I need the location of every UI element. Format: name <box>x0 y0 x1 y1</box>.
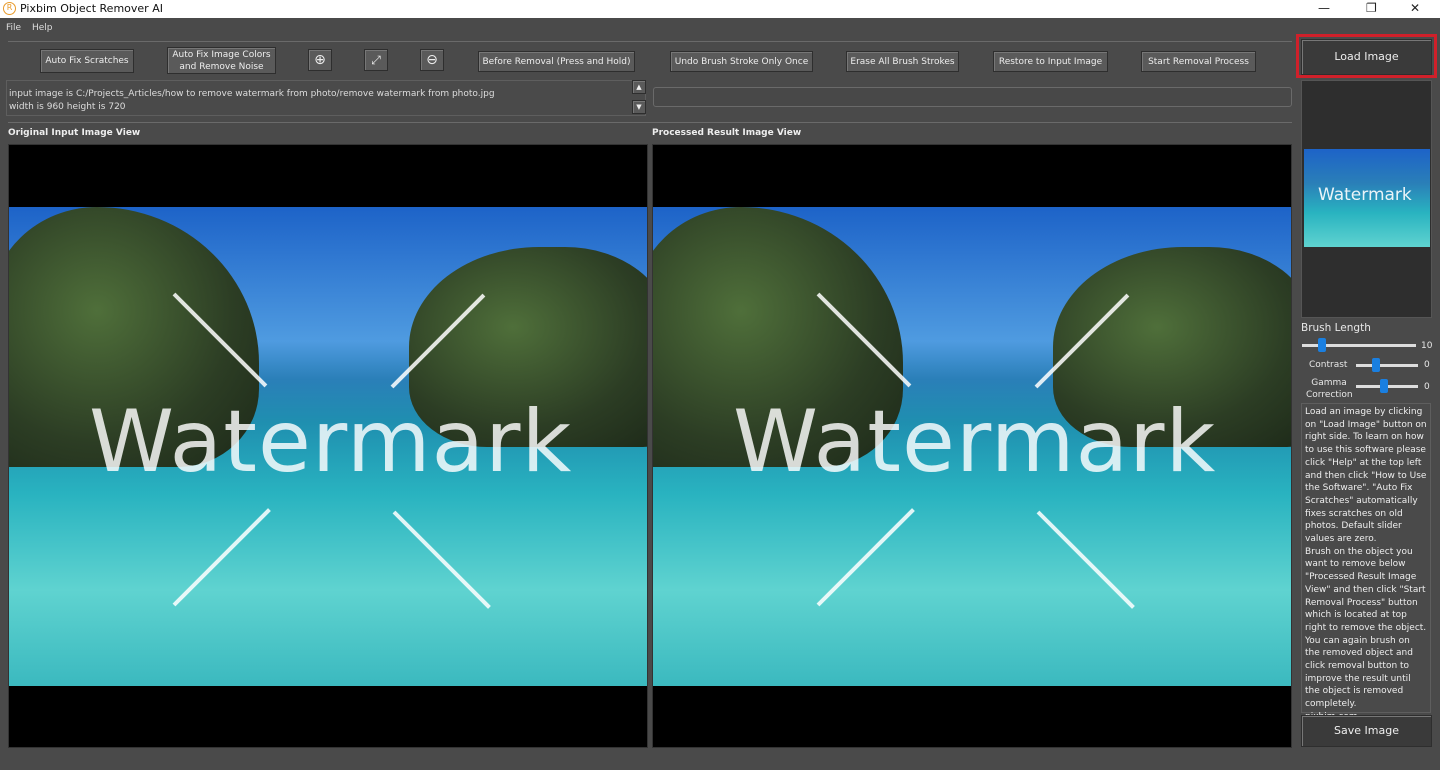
zoom-out-icon[interactable]: ⊖ <box>420 49 444 71</box>
restore-input-button[interactable]: Restore to Input Image <box>993 51 1108 72</box>
menu-help[interactable]: Help <box>32 23 53 33</box>
divider <box>8 122 1292 123</box>
original-view-label: Original Input Image View <box>8 128 141 138</box>
scroll-up-icon[interactable]: ▲ <box>632 80 646 94</box>
menu-file[interactable]: File <box>6 23 21 33</box>
contrast-label: Contrast <box>1309 360 1348 370</box>
gamma-slider[interactable] <box>1356 379 1418 393</box>
fit-screen-icon[interactable]: ⤢ <box>364 49 388 71</box>
slider-handle[interactable] <box>1317 338 1326 352</box>
restore-icon[interactable]: ❐ <box>1366 1 1377 15</box>
divider <box>8 41 1292 42</box>
processed-view-label: Processed Result Image View <box>652 128 802 138</box>
auto-fix-colors-button[interactable]: Auto Fix Image Colors and Remove Noise <box>167 47 276 74</box>
before-removal-button[interactable]: Before Removal (Press and Hold) <box>478 51 635 72</box>
zoom-in-icon[interactable]: ⊕ <box>308 49 332 71</box>
gamma-label: Gamma Correction <box>1306 378 1353 400</box>
start-removal-button[interactable]: Start Removal Process <box>1141 51 1256 72</box>
watermark-text: Watermark <box>733 392 1217 492</box>
original-image-view: Watermark <box>8 144 648 748</box>
brush-length-slider[interactable] <box>1302 338 1416 352</box>
title-bar: R Pixbim Object Remover AI — ❐ ✕ <box>0 0 1440 18</box>
menu-bar: File Help <box>0 18 1440 38</box>
processed-photo[interactable]: Watermark <box>653 207 1291 686</box>
close-icon[interactable]: ✕ <box>1410 1 1420 15</box>
brush-length-value: 10 <box>1421 341 1433 351</box>
slider-handle[interactable] <box>1372 358 1381 372</box>
scroll-down-icon[interactable]: ▼ <box>632 100 646 114</box>
progress-bar <box>653 87 1292 107</box>
watermark-text: Watermark <box>89 392 573 492</box>
thumbnail-panel: Watermark <box>1301 80 1432 318</box>
undo-brush-stroke-button[interactable]: Undo Brush Stroke Only Once <box>670 51 813 72</box>
contrast-value: 0 <box>1424 360 1430 370</box>
save-image-button[interactable]: Save Image <box>1301 715 1432 747</box>
window-title: Pixbim Object Remover AI <box>20 2 163 15</box>
auto-fix-scratches-button[interactable]: Auto Fix Scratches <box>40 49 134 73</box>
processed-image-view[interactable]: Watermark <box>652 144 1292 748</box>
info-line: input image is C:/Projects_Articles/how … <box>9 89 495 99</box>
load-image-button[interactable]: Load Image <box>1301 39 1432 75</box>
app-logo: R <box>3 2 16 15</box>
minimize-icon[interactable]: — <box>1318 1 1330 15</box>
info-line: width is 960 height is 720 <box>9 102 126 112</box>
original-photo: Watermark <box>9 207 647 686</box>
brush-length-label: Brush Length <box>1301 322 1371 334</box>
slider-handle[interactable] <box>1380 379 1389 393</box>
gamma-value: 0 <box>1424 382 1430 392</box>
thumbnail-watermark: Watermark <box>1318 185 1412 205</box>
erase-brush-strokes-button[interactable]: Erase All Brush Strokes <box>846 51 959 72</box>
help-text: Load an image by clicking on "Load Image… <box>1301 403 1431 722</box>
thumbnail-image: Watermark <box>1304 149 1430 247</box>
info-log: input image is C:/Projects_Articles/how … <box>6 80 646 116</box>
contrast-slider[interactable] <box>1356 358 1418 372</box>
